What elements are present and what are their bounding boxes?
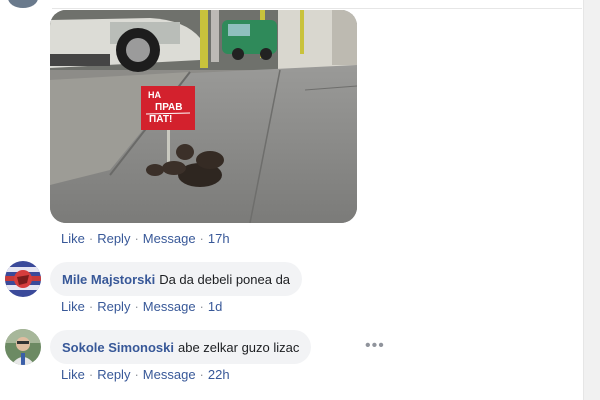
comment-author[interactable]: Sokole Simonoski <box>62 340 174 355</box>
sign-text-3: ПАТ! <box>149 114 172 125</box>
comment-text: Da da debeli ponea da <box>159 271 291 287</box>
comment-actions: Like · Reply · Message · 17h <box>61 231 230 246</box>
comment-photo[interactable]: НА ПРАВ ПАТ! <box>50 10 357 223</box>
separator: · <box>134 299 139 314</box>
avatar-sokole-simonoski[interactable] <box>5 329 41 365</box>
reply-link[interactable]: Reply <box>97 231 130 246</box>
comment-author[interactable]: Mile Majstorski <box>62 272 155 287</box>
separator: · <box>199 231 204 246</box>
separator: · <box>88 231 94 246</box>
separator: · <box>134 367 139 382</box>
message-link[interactable]: Message <box>143 299 196 314</box>
comment-text: abe zelkar guzo lizac <box>177 339 300 355</box>
reply-link[interactable]: Reply <box>97 299 130 314</box>
avatar-image <box>5 261 41 297</box>
divider <box>52 8 582 9</box>
avatar-image <box>5 329 41 365</box>
comment-timestamp[interactable]: 22h <box>208 367 230 382</box>
photo-illustration: НА ПРАВ ПАТ! <box>50 10 357 223</box>
avatar-mile-majstorski[interactable] <box>5 261 41 297</box>
separator: · <box>88 299 94 314</box>
comment-timestamp[interactable]: 17h <box>208 231 230 246</box>
comment-timestamp[interactable]: 1d <box>208 299 222 314</box>
more-options-icon[interactable]: ••• <box>365 337 385 355</box>
separator: · <box>199 367 204 382</box>
avatar-previous[interactable] <box>8 0 38 8</box>
comment-bubble: Mile Majstorski Da da debeli ponea da <box>50 262 303 296</box>
scrollbar[interactable] <box>583 0 600 400</box>
separator: · <box>88 367 94 382</box>
message-link[interactable]: Message <box>143 367 196 382</box>
comment-actions: Like · Reply · Message · 1d <box>61 299 222 314</box>
separator: · <box>134 231 139 246</box>
like-link[interactable]: Like <box>61 367 85 382</box>
separator: · <box>199 299 204 314</box>
like-link[interactable]: Like <box>61 231 85 246</box>
comment-actions: Like · Reply · Message · 22h <box>61 367 230 382</box>
sign-text-1: НА <box>148 90 161 100</box>
sign-text-2: ПРАВ <box>155 102 182 113</box>
reply-link[interactable]: Reply <box>97 367 130 382</box>
like-link[interactable]: Like <box>61 299 85 314</box>
message-link[interactable]: Message <box>143 231 196 246</box>
comment-bubble: Sokole Simonoski abe zelkar guzo lizac <box>50 330 312 364</box>
